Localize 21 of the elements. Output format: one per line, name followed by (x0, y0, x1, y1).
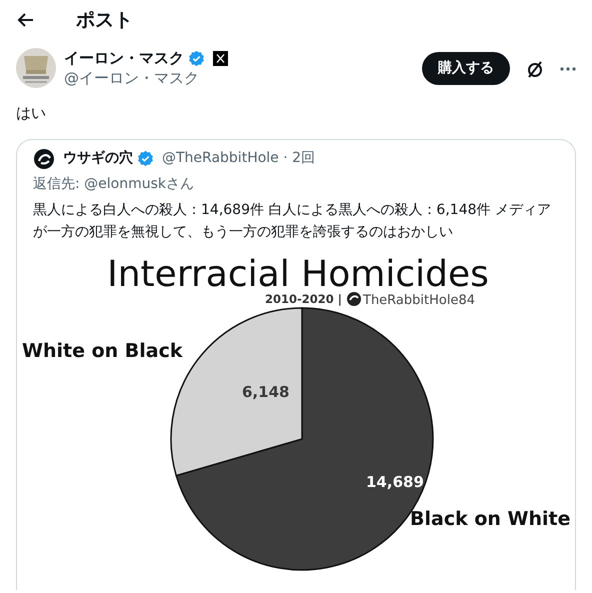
slashed-circle-icon[interactable] (526, 58, 544, 78)
quoted-post-text: 黒人による白人への殺人：14,689件 白人による黒人への殺人：6,148件 メディアが一方の犯罪を無視して、もう一方の犯罪を誇張するのはおかしい (33, 200, 552, 242)
chart-period: 2010-2020 | (265, 292, 342, 306)
buy-button[interactable]: 購入する (422, 52, 510, 85)
author-name[interactable]: イーロン・マスク (64, 48, 184, 68)
chart-title: Interracial Homicides (107, 254, 489, 294)
more-icon[interactable] (560, 66, 576, 70)
slice-value-label: 14,689 (366, 472, 424, 490)
category-label: White on Black (22, 340, 182, 362)
x-logo-icon (213, 50, 228, 66)
quoted-handle-time: @TheRabbitHole · 2回 (162, 149, 316, 168)
author-handle[interactable]: @イーロン・マスク (64, 68, 414, 88)
chart-image[interactable]: Interracial Homicides 2010-2020 | TheRabbitHole84 14,689 Black on White 6,148 White on Black (17, 246, 575, 578)
quoted-author-name: ウサギの穴 (63, 148, 133, 168)
slice-value-label: 6,148 (242, 382, 290, 400)
category-label: Black on White (410, 508, 570, 530)
chart-source: TheRabbitHole84 (363, 292, 475, 308)
page-title: ポスト (76, 8, 133, 33)
quoted-post-card[interactable] (16, 138, 576, 590)
post-text: はい (16, 103, 47, 124)
reply-to-text: 返信先: @elonmuskさん (33, 174, 196, 194)
